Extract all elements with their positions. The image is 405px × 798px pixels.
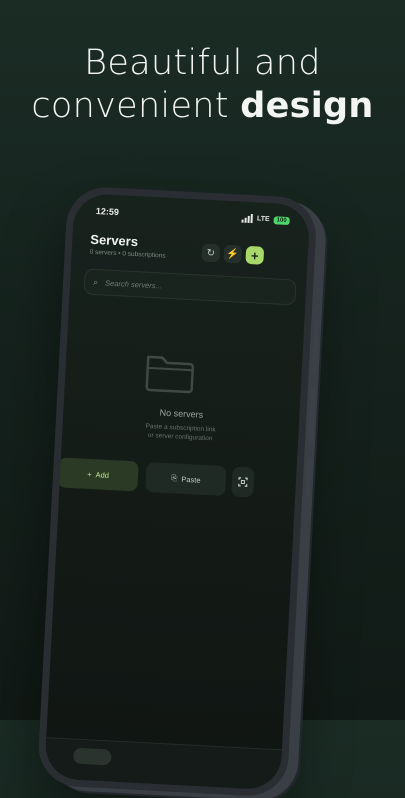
- tab-bar: •: [44, 737, 282, 791]
- add-button[interactable]: + Add: [57, 457, 139, 492]
- tab-active-indicator[interactable]: [72, 747, 112, 766]
- clipboard-icon: ⎘: [171, 473, 178, 483]
- network-label: LTE: [256, 215, 270, 224]
- paste-button-label: Paste: [181, 474, 201, 485]
- phone-side-button-upper: [311, 318, 320, 373]
- plus-icon: +: [86, 469, 92, 479]
- search-icon: ⌕: [92, 276, 99, 287]
- paste-button[interactable]: ⎘ Paste: [145, 461, 227, 497]
- plus-icon: +: [250, 247, 259, 264]
- status-time: 12:59: [95, 205, 120, 218]
- bolt-icon: ⚡: [226, 248, 240, 260]
- headline-line-2: convenient design: [0, 85, 405, 128]
- speed-test-button[interactable]: ⚡: [223, 244, 243, 264]
- refresh-icon: ↻: [206, 247, 216, 259]
- phone-frame: 12:59 LTE 100 Servers 0 servers • 0 subs…: [36, 185, 320, 798]
- signal-icon: [241, 214, 254, 224]
- headline: Beautiful and convenient design: [0, 42, 405, 128]
- phone-mockup: 12:59 LTE 100 Servers 0 servers • 0 subs…: [36, 185, 320, 798]
- status-indicators: LTE 100: [241, 214, 290, 225]
- headline-line-2-prefix: convenient: [31, 86, 229, 126]
- phone-side-button-lower: [308, 388, 316, 443]
- phone-side-button-power: [305, 460, 313, 497]
- app-screen: 12:59 LTE 100 Servers 0 servers • 0 subs…: [44, 192, 311, 791]
- scan-qr-button[interactable]: [231, 466, 255, 498]
- page-title: Servers: [89, 231, 139, 250]
- add-button-label: Add: [95, 469, 110, 480]
- page-subtitle: 0 servers • 0 subscriptions: [89, 248, 166, 260]
- headline-line-1: Beautiful and: [84, 43, 321, 83]
- scan-icon: [238, 477, 248, 487]
- status-bar: 12:59 LTE 100: [73, 205, 309, 231]
- headline-line-2-bold: design: [240, 86, 374, 126]
- search-input[interactable]: [102, 276, 258, 296]
- battery-badge: 100: [273, 215, 290, 225]
- add-server-button[interactable]: +: [245, 245, 265, 265]
- folder-icon: [145, 355, 195, 394]
- search-bar[interactable]: ⌕: [83, 268, 297, 306]
- refresh-button[interactable]: ↻: [201, 243, 221, 263]
